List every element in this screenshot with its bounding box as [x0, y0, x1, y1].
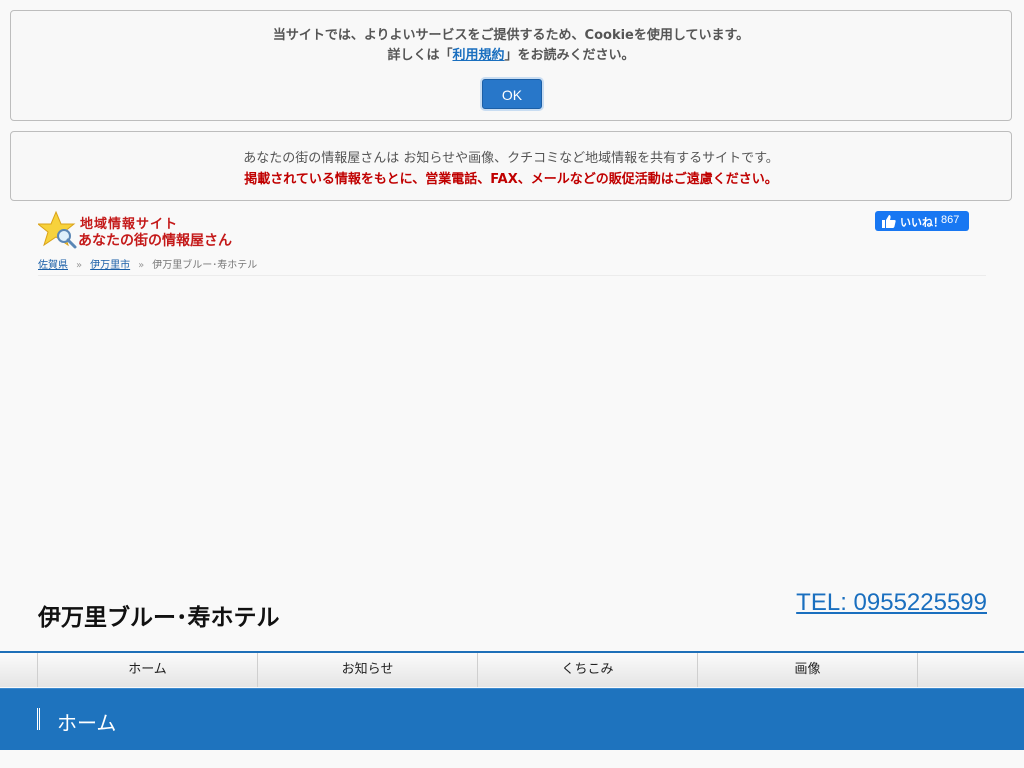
- like-count: 867: [941, 214, 960, 226]
- breadcrumb-city-link[interactable]: 伊万里市: [90, 260, 130, 271]
- site-intro: あなたの街の情報屋さんは お知らせや画像、クチコミなど地域情報を共有するサイトで…: [10, 131, 1012, 201]
- cookie-ok-button[interactable]: OK: [482, 79, 542, 109]
- nav-item-reviews[interactable]: くちこみ: [477, 653, 697, 687]
- star-magnifier-icon: [38, 210, 77, 249]
- site-intro-text: あなたの街の情報屋さんは お知らせや画像、クチコミなど地域情報を共有するサイトで…: [243, 151, 779, 166]
- breadcrumb-divider: [38, 275, 986, 276]
- like-label: いいね！: [900, 217, 944, 229]
- section-title: ホーム: [57, 711, 117, 735]
- site-logo[interactable]: 地域情報サイト あなたの街の情報屋さん: [38, 210, 248, 250]
- breadcrumb-current: 伊万里ブルー･寿ホテル: [152, 260, 258, 271]
- section-header-accent: [37, 708, 40, 730]
- cookie-terms-suffix: 」をお読みください。: [504, 48, 635, 63]
- nav-item-news[interactable]: お知らせ: [257, 653, 477, 687]
- facebook-like-button[interactable]: いいね！ 867: [875, 211, 969, 231]
- nav-item-home[interactable]: ホーム: [37, 653, 257, 687]
- sales-warning-text: 掲載されている情報をもとに、営業電話、FAX、メールなどの販促活動はご遠慮くださ…: [244, 172, 778, 187]
- nav-item-images[interactable]: 画像: [697, 653, 917, 687]
- tel-link[interactable]: TEL: 0955225599: [796, 589, 987, 617]
- page-title: 伊万里ブルー･寿ホテル: [38, 605, 280, 631]
- cookie-notice-text: 当サイトでは、よりよいサービスをご提供するため、Cookieを使用しています。: [272, 28, 750, 43]
- cookie-notice: 当サイトでは、よりよいサービスをご提供するため、Cookieを使用しています。 …: [10, 10, 1012, 121]
- breadcrumb-prefecture-link[interactable]: 佐賀県: [38, 260, 68, 271]
- breadcrumb-separator: »: [138, 260, 145, 271]
- section-header: ホーム: [0, 688, 1024, 750]
- terms-link[interactable]: 利用規約: [452, 48, 504, 63]
- cookie-notice-terms-line: 詳しくは「利用規約」をお読みください。: [11, 44, 1011, 63]
- cookie-terms-prefix: 詳しくは「: [387, 48, 453, 63]
- thumbs-up-icon: [882, 215, 896, 228]
- main-nav: ホーム お知らせ くちこみ 画像: [0, 651, 1024, 687]
- breadcrumb-separator: »: [76, 260, 83, 271]
- breadcrumb: 佐賀県 » 伊万里市 » 伊万里ブルー･寿ホテル: [38, 256, 257, 271]
- logo-title: あなたの街の情報屋さん: [78, 233, 232, 249]
- nav-divider: [917, 653, 918, 687]
